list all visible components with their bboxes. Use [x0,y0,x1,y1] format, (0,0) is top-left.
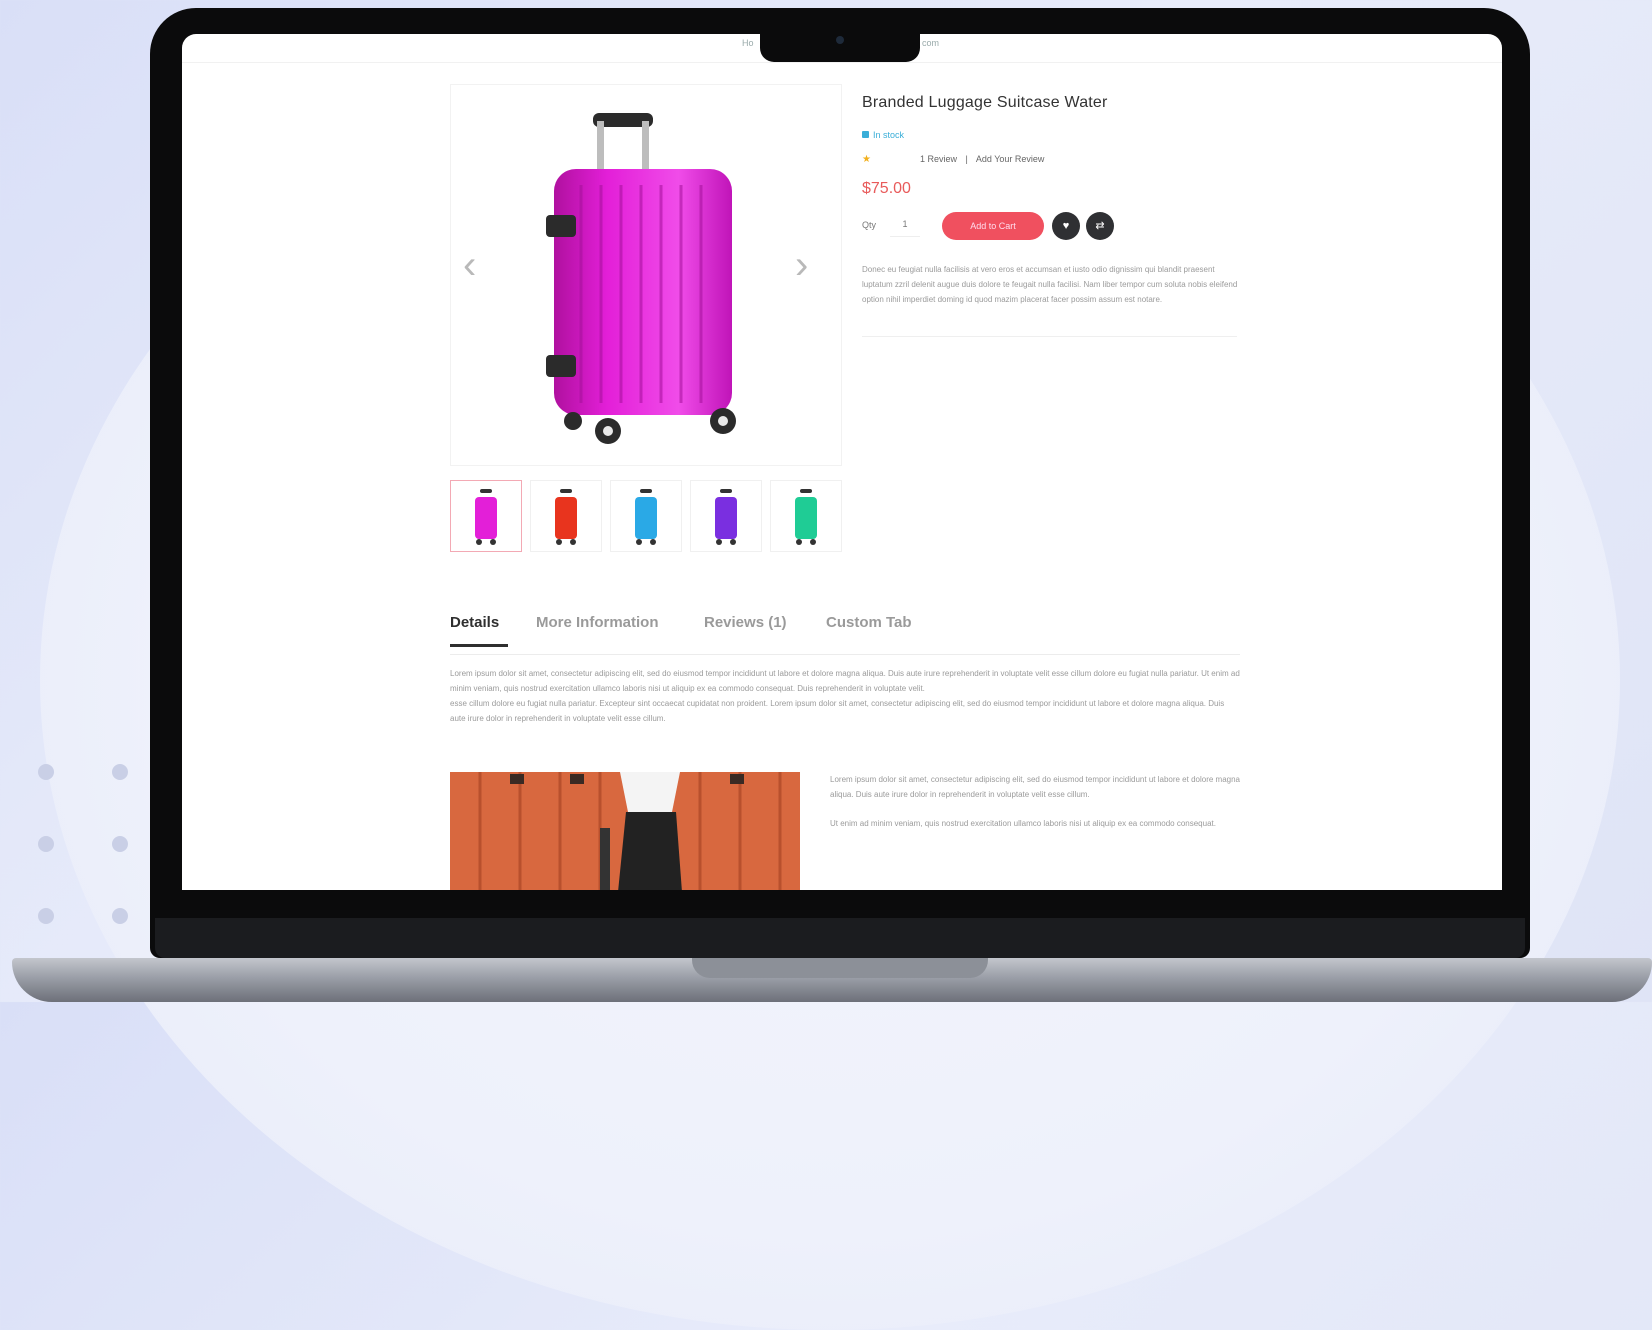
reviews-link[interactable]: 1 Review [920,154,957,164]
decor-dot [38,908,54,924]
rating-row: ★ 1 Review | Add Your Review [862,154,1044,165]
decor-dot [112,836,128,852]
stock-icon [862,131,869,138]
thumbnail-1[interactable] [450,480,522,552]
decor-dot [38,764,54,780]
thumb-suitcase [475,497,497,539]
nav-link-home[interactable]: Ho [742,38,754,48]
side-paragraph: Ut enim ad minim veniam, quis nostrud ex… [830,819,1216,828]
chevron-left-icon[interactable]: ‹ [463,245,476,285]
stock-label: In stock [873,130,905,140]
tab-custom[interactable]: Custom Tab [826,614,912,631]
laptop-chin [155,918,1525,958]
lifestyle-photo [450,772,800,890]
main-product-image[interactable]: ‹ › [450,84,842,466]
nav-link[interactable]: com [922,38,939,48]
product-title: Branded Luggage Suitcase Water [862,94,1108,111]
details-paragraph: Lorem ipsum dolor sit amet, consectetur … [450,669,1240,693]
laptop-base-notch [692,958,988,978]
details-content: Lorem ipsum dolor sit amet, consectetur … [450,666,1240,726]
tab-reviews[interactable]: Reviews (1) [704,614,787,631]
thumbnail-4[interactable] [690,480,762,552]
nav-divider [182,62,1502,63]
camera-notch [760,30,920,62]
tab-more-information[interactable]: More Information [536,614,659,631]
qty-input[interactable]: 1 [890,212,920,237]
browser-screen: Ho com ‹ › Branded Luggage Suitcase Wate… [182,34,1502,890]
active-tab-indicator [450,644,508,647]
decor-dot [112,908,128,924]
heart-icon[interactable]: ♥ [1052,212,1080,240]
chevron-right-icon[interactable]: › [795,245,808,285]
product-price: $75.00 [862,180,911,197]
thumbnail-2[interactable] [530,480,602,552]
details-side-text: Lorem ipsum dolor sit amet, consectetur … [830,772,1250,831]
thumbnail-5[interactable] [770,480,842,552]
compare-icon[interactable]: ⇄ [1086,212,1114,240]
camera-icon [836,36,844,44]
stock-status: In stock [862,130,904,140]
product-tabs: Details More Information Reviews (1) Cus… [450,614,1240,655]
thumbnail-3[interactable] [610,480,682,552]
side-paragraph: Lorem ipsum dolor sit amet, consectetur … [830,775,1240,799]
rating-separator: | [965,154,968,164]
add-review-link[interactable]: Add Your Review [976,154,1045,164]
decor-dot [38,836,54,852]
thumbnail-strip [450,480,842,552]
add-to-cart-button[interactable]: Add to Cart [942,212,1044,240]
details-paragraph: esse cillum dolore eu fugiat nulla paria… [450,699,1225,723]
star-icon: ★ [862,154,871,165]
product-description: Donec eu feugiat nulla facilisis at vero… [862,265,1238,304]
decor-dot [112,764,128,780]
tab-details[interactable]: Details [450,614,499,631]
qty-label: Qty [862,220,877,230]
description-divider [862,336,1237,337]
suitcase-image [546,113,736,444]
